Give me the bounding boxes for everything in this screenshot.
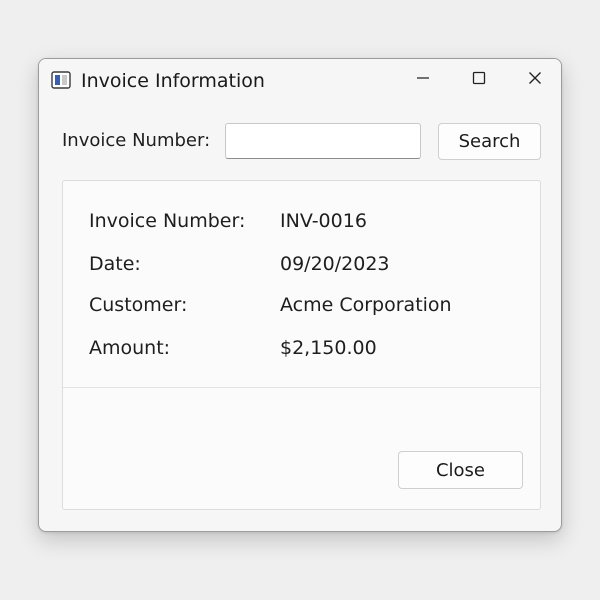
detail-value: Acme Corporation <box>280 294 452 316</box>
invoice-details-panel: Invoice Number: INV-0016 Date: 09/20/202… <box>62 180 541 510</box>
detail-label: Date: <box>89 253 141 275</box>
minimize-button[interactable] <box>395 59 451 99</box>
search-button[interactable]: Search <box>438 123 541 160</box>
detail-label: Customer: <box>89 294 188 316</box>
panel-divider <box>63 387 540 388</box>
invoice-window: Invoice Information Invoice Number: Sear… <box>38 58 562 532</box>
detail-label: Amount: <box>89 337 171 359</box>
detail-value: INV-0016 <box>280 210 367 232</box>
detail-value: 09/20/2023 <box>280 253 390 275</box>
title-bar[interactable]: Invoice Information <box>39 59 561 103</box>
detail-value: $2,150.00 <box>280 337 377 359</box>
close-icon <box>528 70 542 89</box>
detail-label: Invoice Number: <box>89 210 246 232</box>
minimize-icon <box>416 70 430 89</box>
maximize-icon <box>472 70 486 89</box>
form-window-icon <box>51 70 71 90</box>
close-button[interactable]: Close <box>398 451 523 489</box>
invoice-number-label: Invoice Number: <box>62 130 211 151</box>
window-title: Invoice Information <box>81 70 265 92</box>
invoice-number-input[interactable] <box>225 123 421 159</box>
maximize-button[interactable] <box>451 59 507 99</box>
close-window-button[interactable] <box>507 59 561 99</box>
